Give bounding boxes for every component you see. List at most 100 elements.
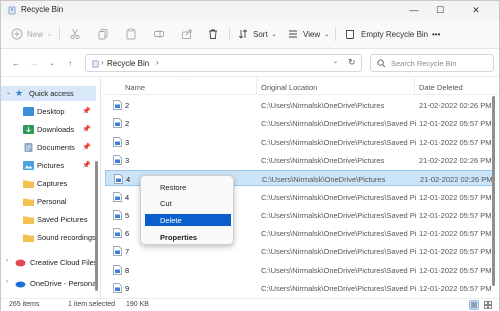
nav-item-creative-cloud[interactable]: › Creative Cloud Files [1,255,96,270]
pin-icon: 📌 [82,162,91,169]
column-header-name[interactable]: Name [125,83,145,92]
refresh-icon[interactable]: ↻ [348,57,356,68]
view-button[interactable]: View ⌄ [287,26,329,42]
chevron-right-icon: › [6,258,8,264]
table-row[interactable]: 7 C:\Users\Nirmalsk\OneDrive\Pictures\Sav… [105,243,495,259]
new-button[interactable]: New ⌄ [11,26,52,42]
image-file-icon [113,228,122,238]
sort-label: Sort [253,29,268,39]
forward-button[interactable]: → [27,56,41,70]
toolbar-divider [335,27,336,41]
image-file-icon [113,118,122,129]
table-row[interactable]: 3 C:\Users\Nirmalsk\OneDrive\Pictures\Sav… [105,134,495,150]
address-bar[interactable]: › Recycle Bin › ⌄ ↻ [85,54,362,72]
folder-icon [23,198,34,206]
column-header-date[interactable]: Date Deleted [419,83,463,92]
nav-item-captures[interactable]: Captures [1,176,96,191]
recycle-bin-icon [8,6,16,15]
paste-button[interactable] [125,26,137,42]
back-button[interactable]: ← [9,56,23,70]
folder-icon [23,216,34,224]
nav-item-sound-recordings[interactable]: Sound recordings [1,230,96,245]
share-button[interactable] [181,26,193,42]
image-file-icon [113,264,122,275]
column-headers: Name ^ Original Location Date Deleted [102,78,499,95]
minimize-button[interactable]: — [402,1,426,19]
view-icon [289,30,297,38]
search-box[interactable]: Search Recycle Bin [370,54,494,72]
window-title: Recycle Bin [21,5,64,14]
nav-item-onedrive[interactable]: › OneDrive - Personal [1,276,96,291]
file-name: 8 [125,265,130,275]
nav-item-personal[interactable]: Personal [1,194,96,209]
file-name: 3 [125,137,130,147]
image-file-icon [113,191,122,202]
file-name: 4 [125,192,130,202]
nav-item-quick-access[interactable]: ⌄ ★ Quick access [1,86,96,101]
search-input[interactable]: Search Recycle Bin [391,59,456,68]
share-icon [182,29,192,39]
plus-circle-icon [11,28,23,40]
sort-button[interactable]: Sort ⌄ [237,26,277,42]
context-menu-delete[interactable]: Delete [145,214,231,226]
copy-button[interactable] [97,26,109,42]
table-row[interactable]: 9 C:\Users\Nirmalsk\OneDrive\Pictures\Sav… [105,280,495,296]
file-original-location: C:\Users\Nirmalsk\OneDrive\Pictures [261,101,385,110]
selection-count: 1 item selected [68,301,116,308]
documents-folder-icon [24,143,33,152]
pin-icon: 📌 [82,126,91,133]
recent-locations-button[interactable]: ⌄ [45,56,59,70]
folder-icon [23,180,34,188]
view-label: View [303,29,321,39]
chevron-down-icon[interactable]: ⌄ [333,58,338,65]
nav-label: Sound recordings [37,233,96,242]
item-count: 265 items [9,301,40,308]
address-path[interactable]: Recycle Bin [107,59,149,68]
explorer-window: Recycle Bin — ☐ ✕ New ⌄ Sort ⌄ View ⌄ Em… [0,0,500,311]
file-date-deleted: 21-02-2022 02:26 PM [419,101,492,110]
image-file-icon [113,209,122,220]
nav-item-documents[interactable]: Documents 📌 [1,140,96,155]
file-name: 2 [125,119,130,129]
title-bar[interactable]: Recycle Bin — ☐ ✕ [1,1,499,19]
context-menu-cut[interactable]: Cut [145,197,231,209]
table-row[interactable]: 3 C:\Users\Nirmalsk\OneDrive\Pictures 21-0… [105,152,495,168]
file-name: 4 [126,175,131,185]
context-menu: Restore Cut Delete Properties [140,175,234,245]
pictures-folder-icon [23,161,34,170]
search-icon [377,59,386,68]
close-button[interactable]: ✕ [464,1,488,19]
chevron-right-icon: › [6,279,8,285]
context-menu-properties[interactable]: Properties [145,231,231,243]
maximize-button[interactable]: ☐ [428,1,452,19]
context-menu-restore[interactable]: Restore [145,181,231,193]
more-options-button[interactable]: ••• [432,26,440,42]
arrow-left-icon: ← [12,58,20,68]
file-original-location: C:\Users\Nirmalsk\OneDrive\Pictures\Save… [261,229,416,239]
nav-item-saved-pictures[interactable]: Saved Pictures [1,212,96,227]
image-file-icon [113,283,122,293]
file-original-location: C:\Users\Nirmalsk\OneDrive\Pictures\Save… [261,192,416,202]
nav-item-pictures[interactable]: Pictures 📌 [1,158,96,173]
table-row[interactable]: 2 C:\Users\Nirmalsk\OneDrive\Pictures\Sav… [105,115,495,131]
file-date-deleted: 12-01-2022 05:57 PM [419,229,492,239]
up-button[interactable]: ↑ [63,56,77,70]
column-header-location[interactable]: Original Location [261,83,317,92]
folder-icon [23,234,34,242]
table-row[interactable]: 2 C:\Users\Nirmalsk\OneDrive\Pictures 21-0… [105,97,495,113]
image-file-icon [113,100,122,110]
cut-button[interactable] [69,26,81,42]
nav-item-downloads[interactable]: Downloads 📌 [1,122,96,137]
details-view-button[interactable] [469,300,479,310]
delete-button[interactable] [207,26,219,42]
tiles-view-button[interactable] [483,300,493,310]
file-list-scrollbar[interactable] [492,96,495,286]
nav-scrollbar[interactable] [95,161,98,291]
rename-button[interactable] [153,26,165,42]
file-date-deleted: 12-01-2022 05:57 PM [419,284,492,293]
column-divider[interactable] [256,78,257,95]
nav-item-desktop[interactable]: Desktop 📌 [1,104,96,119]
table-row[interactable]: 8 C:\Users\Nirmalsk\OneDrive\Pictures\Sav… [105,262,495,278]
column-divider[interactable] [414,78,415,95]
empty-recycle-bin-button[interactable]: Empty Recycle Bin [344,26,428,42]
